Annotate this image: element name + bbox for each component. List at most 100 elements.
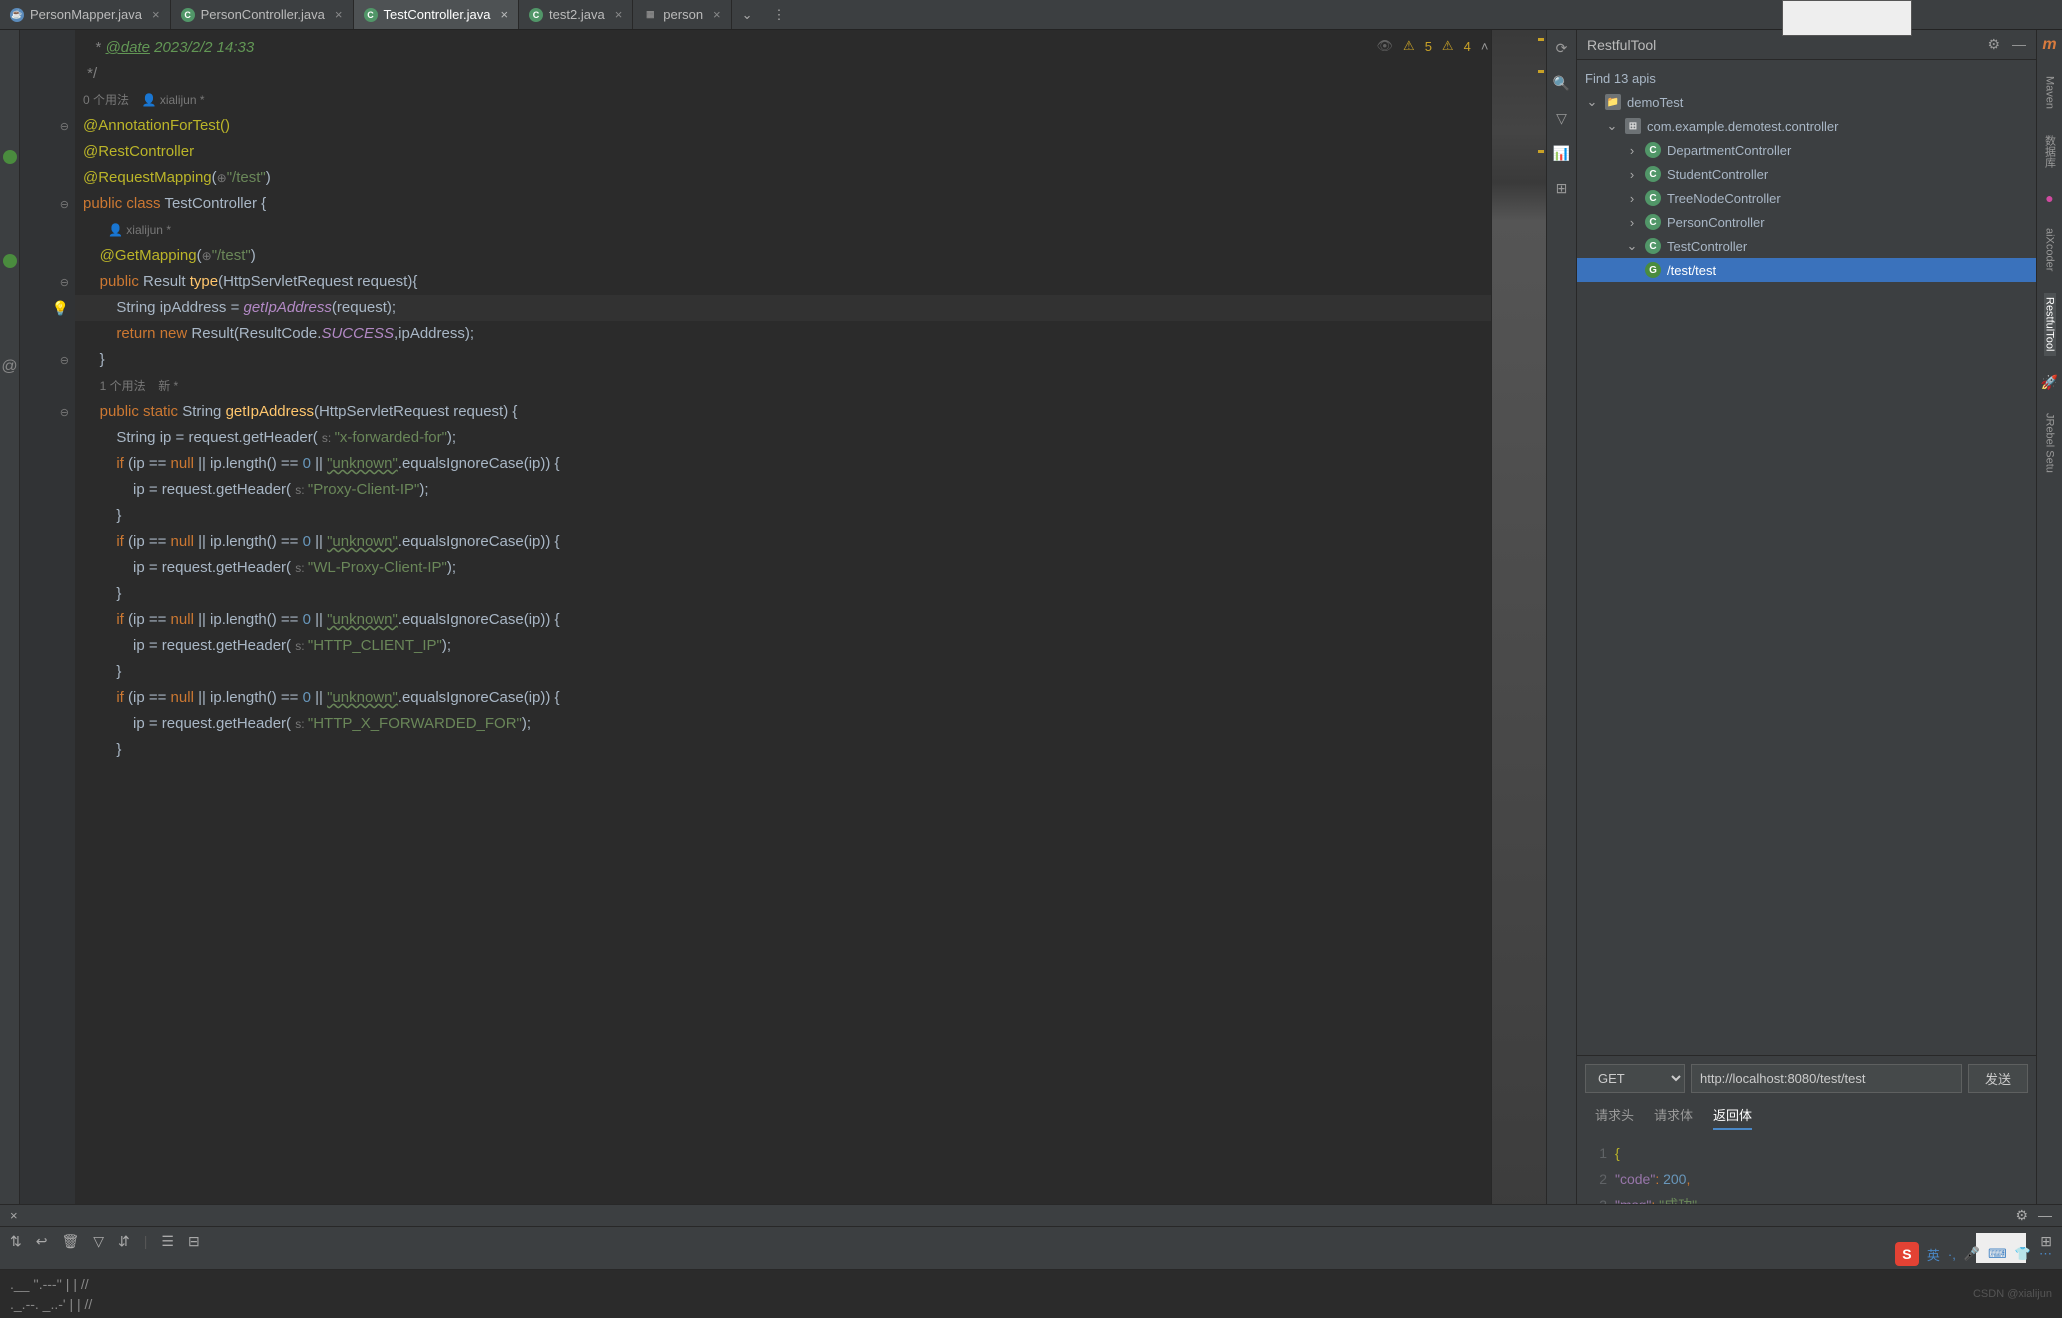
tree-package[interactable]: ⌄⊞com.example.demotest.controller <box>1577 114 2036 138</box>
close-icon[interactable]: × <box>335 7 343 22</box>
fold-icon[interactable]: ⊖ <box>60 113 75 139</box>
chevron-right-icon[interactable]: › <box>1625 143 1639 158</box>
chevron-right-icon[interactable]: › <box>1625 191 1639 206</box>
list-icon[interactable]: ☰ <box>161 1233 174 1263</box>
code-minimap[interactable] <box>1491 30 1546 1304</box>
chevron-down-icon[interactable]: ⌄ <box>1605 118 1619 134</box>
editor-tabs: ☕PersonMapper.java× CPersonController.ja… <box>0 0 2062 30</box>
arrow-up-icon[interactable]: ˄ <box>1481 39 1489 54</box>
tabs-more-icon[interactable]: ⋮ <box>763 7 796 23</box>
tree-controller[interactable]: ›CStudentController <box>1577 162 2036 186</box>
ime-keyboard-icon[interactable]: ⌨ <box>1988 1246 2007 1262</box>
tab-resp-body[interactable]: 返回体 <box>1713 1105 1752 1130</box>
java-icon: ☕ <box>10 8 24 22</box>
http-method-select[interactable]: GET <box>1585 1064 1685 1093</box>
fold-icon[interactable]: ⊖ <box>60 269 75 295</box>
send-button[interactable]: 发送 <box>1968 1064 2028 1093</box>
tree-endpoint[interactable]: G/test/test <box>1577 258 2036 282</box>
tab-person-db[interactable]: ▦ person × <box>633 0 731 29</box>
code-body[interactable]: * @date 2023/2/2 14:33 */ 0 个用法 👤 xialij… <box>75 30 1491 1304</box>
watermark: CSDN @xialijun <box>1973 1288 2052 1300</box>
warning-icon[interactable]: ⚠ <box>1403 38 1415 54</box>
run-marker-icon[interactable] <box>3 150 17 164</box>
editor-right-tools: ⟳ 🔍 ▽ 📊 ⊞ <box>1546 30 1576 1304</box>
sidebar-database[interactable]: 数据库 <box>2042 131 2058 172</box>
ime-toolbar: S 英 ·, 🎤 ⌨ 👕 ⋯ <box>1895 1242 2052 1266</box>
sidebar-maven[interactable]: Maven <box>2044 72 2056 113</box>
close-icon[interactable]: × <box>713 7 721 22</box>
tab-label: test2.java <box>549 7 605 22</box>
ime-lang[interactable]: 英 <box>1927 1245 1940 1264</box>
tab-testcontroller[interactable]: CTestController.java× <box>354 0 520 29</box>
gear-icon[interactable]: ⚙ <box>2015 1207 2028 1224</box>
chevron-right-icon[interactable]: › <box>1625 215 1639 230</box>
sidebar-aixcoder[interactable]: aiXcoder <box>2044 224 2056 275</box>
class-icon: C <box>1645 214 1661 230</box>
minimize-icon[interactable]: — <box>2038 1207 2052 1224</box>
split-icon[interactable]: ⊟ <box>188 1233 200 1263</box>
tab-personcontroller[interactable]: CPersonController.java× <box>171 0 354 29</box>
restful-tool-panel: RestfulTool ⚙ — Find 13 apis ⌄📁demoTest … <box>1576 30 2036 1304</box>
filter-icon[interactable]: ▽ <box>93 1233 104 1263</box>
sogou-icon[interactable]: S <box>1895 1242 1919 1266</box>
tree-controller[interactable]: ›CTreeNodeController <box>1577 186 2036 210</box>
response-tabs: 请求头 请求体 返回体 <box>1585 1101 2028 1134</box>
aixcoder-icon[interactable]: ● <box>2045 190 2053 206</box>
minimize-icon[interactable]: — <box>2012 36 2026 53</box>
close-icon[interactable]: × <box>500 7 508 22</box>
run-marker-icon[interactable] <box>3 254 17 268</box>
tab-test2[interactable]: Ctest2.java× <box>519 0 633 29</box>
tab-personmapper[interactable]: ☕PersonMapper.java× <box>0 0 171 29</box>
sidebar-restfultool[interactable]: RestfulTool <box>2044 293 2056 355</box>
tree-controller[interactable]: ⌄CTestController <box>1577 234 2036 258</box>
filter-icon[interactable]: ▽ <box>1556 110 1567 127</box>
search-icon[interactable]: 🔍 <box>1553 75 1570 92</box>
ime-mic-icon[interactable]: 🎤 <box>1964 1246 1980 1262</box>
class-icon: C <box>1645 166 1661 182</box>
tree-controller[interactable]: ›CPersonController <box>1577 210 2036 234</box>
tab-req-headers[interactable]: 请求头 <box>1595 1105 1634 1130</box>
close-icon[interactable]: × <box>152 7 160 22</box>
right-tool-stripe: m Maven 数据库 ● aiXcoder RestfulTool 🚀 JRe… <box>2036 30 2062 1304</box>
sidebar-jrebel[interactable]: JRebel Setu <box>2044 409 2056 477</box>
fold-icon[interactable]: ⊖ <box>60 399 75 425</box>
folder-icon: 📁 <box>1605 94 1621 110</box>
wrap-icon[interactable]: ↩ <box>36 1233 48 1263</box>
trash-icon[interactable]: 🗑 <box>61 1233 79 1263</box>
eye-icon[interactable]: 👁 <box>1377 38 1394 54</box>
close-panel-icon[interactable]: × <box>10 1208 18 1223</box>
tab-label: PersonController.java <box>201 7 325 22</box>
maven-icon[interactable]: m <box>2042 36 2056 54</box>
class-icon: C <box>1645 190 1661 206</box>
ime-skin-icon[interactable]: 👕 <box>2015 1246 2031 1262</box>
ime-more-icon[interactable]: ⋯ <box>2039 1246 2052 1262</box>
chevron-right-icon[interactable]: › <box>1625 167 1639 182</box>
api-count: Find 13 apis <box>1577 66 2036 90</box>
scroll-icon[interactable]: ⇅ <box>10 1233 22 1263</box>
chevron-down-icon[interactable]: ⌄ <box>1585 94 1599 110</box>
fold-icon[interactable]: ⊖ <box>60 191 75 217</box>
class-icon: C <box>1645 142 1661 158</box>
sort-icon[interactable]: ⇵ <box>118 1233 130 1263</box>
gear-icon[interactable]: ⚙ <box>1987 36 2000 53</box>
refresh-icon[interactable]: ⟳ <box>1556 40 1568 57</box>
url-input[interactable] <box>1691 1064 1962 1093</box>
tabs-overflow-icon[interactable]: ⌄ <box>732 7 763 23</box>
tree-controller[interactable]: ›CDepartmentController <box>1577 138 2036 162</box>
chevron-down-icon[interactable]: ⌄ <box>1625 238 1639 254</box>
close-icon[interactable]: × <box>615 7 623 22</box>
tree-project[interactable]: ⌄📁demoTest <box>1577 90 2036 114</box>
chart-icon[interactable]: 📊 <box>1553 145 1570 162</box>
fold-icon[interactable]: ⊖ <box>60 347 75 373</box>
ime-punct-icon[interactable]: ·, <box>1948 1247 1956 1262</box>
warning-icon[interactable]: ⚠ <box>1442 38 1454 54</box>
tab-label: person <box>663 7 703 22</box>
tab-req-body[interactable]: 请求体 <box>1654 1105 1693 1130</box>
table-icon: ▦ <box>643 8 657 22</box>
jrebel-icon[interactable]: 🚀 <box>2041 374 2058 391</box>
code-editor[interactable]: ⊖ ⊖ ⊖ 💡 ⊖ ⊖ * @d <box>20 30 1576 1304</box>
terminal-output[interactable]: .__ ''.---'' | | // ._.--. _..-' | | // <box>0 1270 2062 1318</box>
graph-icon[interactable]: ⊞ <box>1556 180 1568 197</box>
at-icon[interactable]: @ <box>1 358 17 376</box>
bulb-icon[interactable]: 💡 <box>52 295 75 321</box>
